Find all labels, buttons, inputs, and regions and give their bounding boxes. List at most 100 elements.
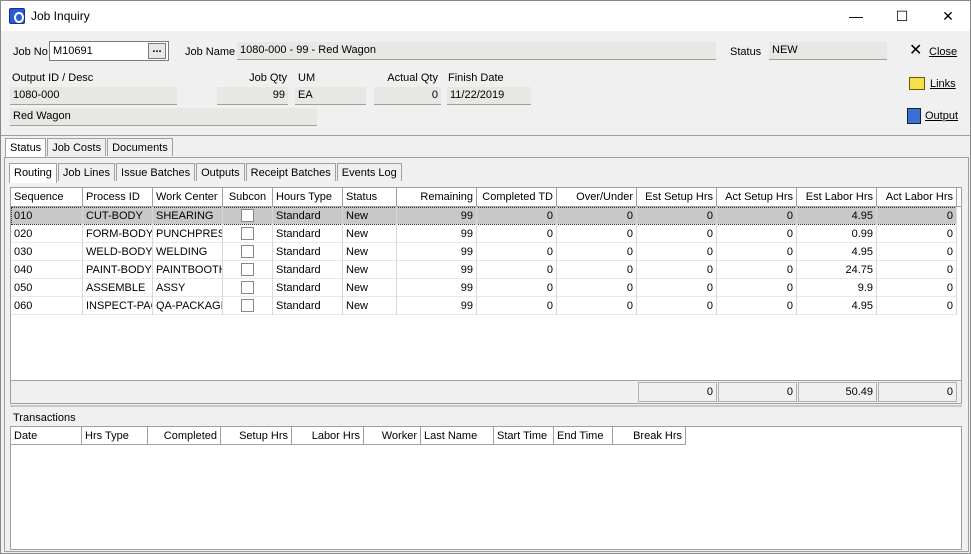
finish-date-label: Finish Date xyxy=(448,72,504,84)
window-title: Job Inquiry xyxy=(31,9,90,23)
cell-est-setup-hrs: 0 xyxy=(637,261,717,279)
column-header-sequence[interactable]: Sequence xyxy=(11,188,83,206)
divider xyxy=(10,405,962,407)
column-header-worker[interactable]: Worker xyxy=(364,427,421,445)
cell-sequence: 050 xyxy=(11,279,83,297)
status-label: Status xyxy=(730,46,762,58)
routing-grid[interactable]: Sequence Process ID Work Center Subcon Hours… xyxy=(10,187,962,381)
close-button[interactable]: Close xyxy=(929,46,957,58)
subcon-checkbox[interactable] xyxy=(241,209,254,222)
column-header-end-time[interactable]: End Time xyxy=(554,427,613,445)
cell-act-labor-hrs: 0 xyxy=(877,279,957,297)
column-header-completed-td[interactable]: Completed TD xyxy=(477,188,557,206)
subtab-events-log[interactable]: Events Log xyxy=(336,163,402,181)
cell-remaining: 99 xyxy=(397,207,477,225)
cell-work-center: ASSY xyxy=(153,279,223,297)
cell-act-setup-hrs: 0 xyxy=(717,243,797,261)
cell-over-under: 0 xyxy=(557,207,637,225)
column-header-act-setup-hrs[interactable]: Act Setup Hrs xyxy=(717,188,797,206)
cell-work-center: PAINTBOOTH xyxy=(153,261,223,279)
column-header-status[interactable]: Status xyxy=(343,188,397,206)
transactions-label: Transactions xyxy=(13,412,76,424)
column-header-process-id[interactable]: Process ID xyxy=(83,188,153,206)
cell-over-under: 0 xyxy=(557,243,637,261)
column-header-subcon[interactable]: Subcon xyxy=(223,188,273,206)
cell-act-setup-hrs: 0 xyxy=(717,297,797,315)
sub-tabs: Routing Job Lines Issue Batches Outputs Rece… xyxy=(9,163,402,183)
column-header-break-hrs[interactable]: Break Hrs xyxy=(613,427,686,445)
cell-act-labor-hrs: 0 xyxy=(877,207,957,225)
cell-act-setup-hrs: 0 xyxy=(717,207,797,225)
total-cell: 0 xyxy=(638,382,717,402)
subtab-routing[interactable]: Routing xyxy=(9,163,57,183)
table-row[interactable]: 040 PAINT-BODY PAINTBOOTH Standard New 99 0 0 0 0… xyxy=(11,261,957,279)
column-header-hrs-type[interactable]: Hrs Type xyxy=(82,427,148,445)
cell-work-center: PUNCHPRESS xyxy=(153,225,223,243)
subtab-issue-batches[interactable]: Issue Batches xyxy=(116,163,196,181)
column-header-act-labor-hrs[interactable]: Act Labor Hrs xyxy=(877,188,957,206)
job-no-lookup-button[interactable]: ... xyxy=(148,43,166,59)
cell-status: New xyxy=(343,261,397,279)
tab-documents[interactable]: Documents xyxy=(107,138,173,156)
tab-job-costs[interactable]: Job Costs xyxy=(47,138,107,156)
subtab-outputs[interactable]: Outputs xyxy=(196,163,245,181)
cell-over-under: 0 xyxy=(557,297,637,315)
cell-status: New xyxy=(343,279,397,297)
table-row[interactable]: 030 WELD-BODY WELDING Standard New 99 0 0 0 0 4.95… xyxy=(11,243,957,261)
output-id-field: 1080-000 xyxy=(10,87,177,105)
output-desc-field: Red Wagon xyxy=(10,108,317,126)
table-row[interactable]: 020FORM-BODYPUNCHPRESSStandardNew9900000… xyxy=(11,225,957,243)
cell-process-id: ASSEMBLE xyxy=(83,279,153,297)
actual-qty-label: Actual Qty xyxy=(387,72,438,84)
cell-sequence: 030 xyxy=(11,243,83,261)
cell-work-center: SHEARING xyxy=(153,207,223,225)
job-inquiry-window: Job Inquiry — ☐ ✕ Job No M10691 ... Job … xyxy=(0,0,971,554)
cell-est-labor-hrs: 9.9 xyxy=(797,279,877,297)
subtab-receipt-batches[interactable]: Receipt Batches xyxy=(245,163,336,181)
table-row[interactable]: 060 INSPECT-PAC QA-PACKAGI Standard New 99 0 0 0… xyxy=(11,297,957,315)
cell-completed-td: 0 xyxy=(477,279,557,297)
column-header-hours-type[interactable]: Hours Type xyxy=(273,188,343,206)
transactions-grid[interactable]: Date Hrs Type Completed Setup Hrs Labor Hrs W… xyxy=(10,426,962,550)
table-row[interactable]: 010 CUT-BODY SHEARING Standard New 99 0 0 0 0 4.95… xyxy=(11,207,957,225)
links-button[interactable]: Links xyxy=(930,78,956,90)
cell-completed-td: 0 xyxy=(477,207,557,225)
cell-act-labor-hrs: 0 xyxy=(877,261,957,279)
column-header-est-labor-hrs[interactable]: Est Labor Hrs xyxy=(797,188,877,206)
column-header-start-time[interactable]: Start Time xyxy=(494,427,554,445)
cell-act-setup-hrs: 0 xyxy=(717,261,797,279)
cell-hours-type: Standard xyxy=(273,261,343,279)
subtab-job-lines[interactable]: Job Lines xyxy=(57,163,116,181)
routing-header: Sequence Process ID Work Center Subcon Hours… xyxy=(11,188,961,207)
output-button[interactable]: Output xyxy=(925,110,958,122)
column-header-labor-hrs[interactable]: Labor Hrs xyxy=(292,427,364,445)
column-header-over-under[interactable]: Over/Under xyxy=(557,188,637,206)
tab-status[interactable]: Status xyxy=(5,138,47,158)
cell-sequence: 040 xyxy=(11,261,83,279)
column-header-setup-hrs[interactable]: Setup Hrs xyxy=(221,427,292,445)
column-header-work-center[interactable]: Work Center xyxy=(153,188,223,206)
subcon-cell xyxy=(223,243,273,261)
column-header-last-name[interactable]: Last Name xyxy=(421,427,494,445)
cell-est-setup-hrs: 0 xyxy=(637,297,717,315)
job-qty-field: 99 xyxy=(217,87,288,105)
column-header-date[interactable]: Date xyxy=(11,427,82,445)
subcon-checkbox[interactable] xyxy=(241,281,254,294)
subcon-checkbox[interactable] xyxy=(241,227,254,240)
cell-act-labor-hrs: 0 xyxy=(877,297,957,315)
close-window-button[interactable]: ✕ xyxy=(925,1,971,31)
subcon-checkbox[interactable] xyxy=(241,245,254,258)
subcon-checkbox[interactable] xyxy=(241,263,254,276)
cell-over-under: 0 xyxy=(557,225,637,243)
column-header-completed[interactable]: Completed xyxy=(148,427,221,445)
cell-remaining: 99 xyxy=(397,279,477,297)
table-row[interactable]: 050 ASSEMBLE ASSY Standard New 99 0 0 0 0 9.9 0 xyxy=(11,279,957,297)
column-header-est-setup-hrs[interactable]: Est Setup Hrs xyxy=(637,188,717,206)
total-cell: 0 xyxy=(878,382,957,402)
maximize-button[interactable]: ☐ xyxy=(879,1,925,31)
column-header-remaining[interactable]: Remaining xyxy=(397,188,477,206)
minimize-button[interactable]: — xyxy=(833,1,879,31)
subcon-checkbox[interactable] xyxy=(241,299,254,312)
job-name-label: Job Name xyxy=(185,46,236,58)
cell-completed-td: 0 xyxy=(477,261,557,279)
